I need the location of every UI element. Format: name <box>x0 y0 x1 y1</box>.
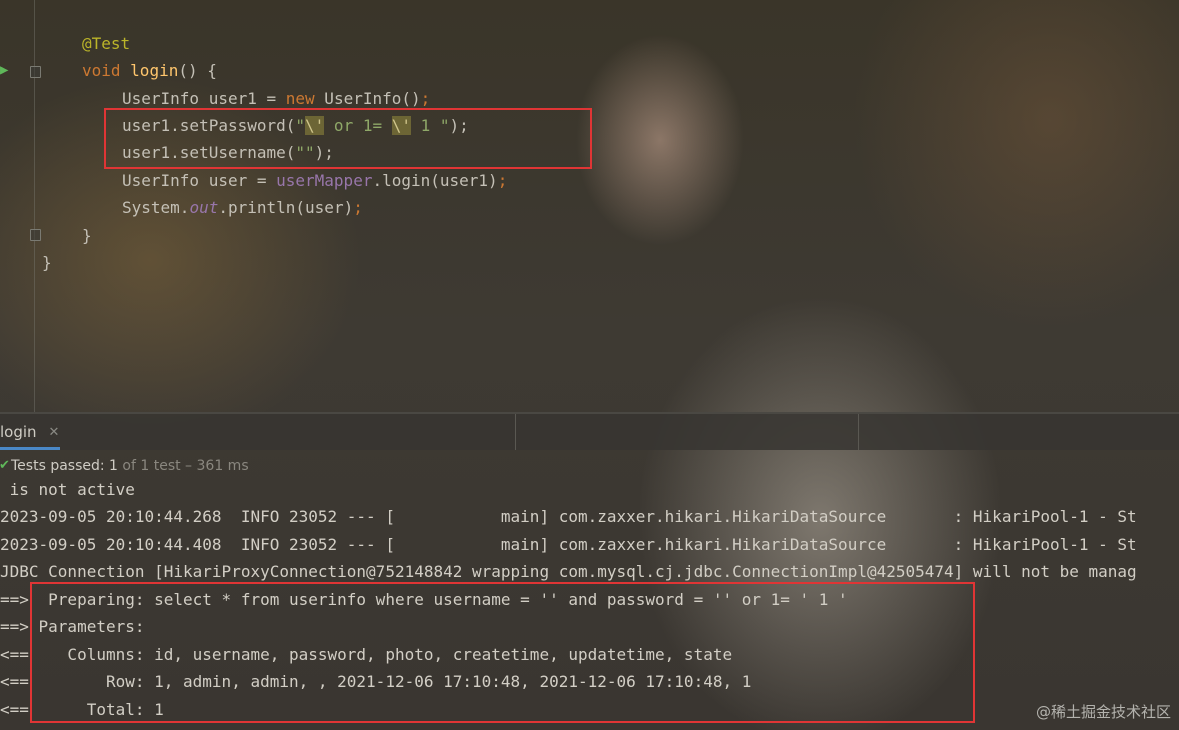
highlight-box-sql <box>30 582 975 723</box>
console-line: 2023-09-05 20:10:44.408 INFO 23052 --- [… <box>0 535 1137 554</box>
highlight-box-code <box>104 108 592 169</box>
code-text: .login(user1) <box>372 171 498 190</box>
semicolon: ; <box>497 171 508 190</box>
field-name: out <box>189 198 219 217</box>
code-line-6: UserInfo user = userMapper.login(user1); <box>122 167 507 194</box>
semicolon: ; <box>420 89 431 108</box>
tab-separator <box>858 414 859 450</box>
code-line-7: System.out.println(user); <box>122 194 363 221</box>
field-name: userMapper <box>276 171 373 190</box>
fold-icon[interactable] <box>30 229 41 241</box>
console-line: 2023-09-05 20:10:44.268 INFO 23052 --- [… <box>0 507 1137 526</box>
active-tab-indicator <box>0 447 60 450</box>
code-line-1: @Test <box>82 30 130 57</box>
status-prefix: Tests passed: <box>11 458 110 474</box>
console-output[interactable]: is not active 2023-09-05 20:10:44.268 IN… <box>0 476 1179 730</box>
code-editor[interactable]: ▶ @Test void login() { UserInfo user1 = … <box>0 0 1179 412</box>
code-text: System. <box>122 198 190 217</box>
code-text: UserInfo user = <box>122 171 277 190</box>
watermark: @稀土掘金技术社区 <box>1035 703 1171 721</box>
tab-separator <box>515 414 516 450</box>
keyword: void <box>82 61 121 80</box>
close-icon[interactable]: ✕ <box>49 425 60 440</box>
run-tool-window-tabs: login ✕ <box>0 414 1179 450</box>
console-line: is not active <box>0 480 135 499</box>
total-count: of 1 test <box>117 458 181 474</box>
code-text: UserInfo() <box>314 89 421 108</box>
tab-label: login <box>0 423 37 441</box>
code-text: UserInfo user1 = <box>122 89 286 108</box>
passed-count: 1 <box>109 458 118 474</box>
console-line: JDBC Connection [HikariProxyConnection@7… <box>0 562 1137 581</box>
keyword: new <box>285 89 315 108</box>
code-text: .println(user) <box>218 198 354 217</box>
annotation-test: @Test <box>82 34 131 53</box>
tab-login[interactable]: login ✕ <box>0 414 70 450</box>
code-line-9: } <box>42 253 52 272</box>
code-text: () { <box>178 61 217 80</box>
fold-icon[interactable] <box>30 66 41 78</box>
duration: – 361 ms <box>180 458 249 474</box>
gutter-divider <box>34 0 35 412</box>
method-name: login <box>130 61 179 80</box>
semicolon: ; <box>353 198 363 217</box>
code-line-2: void login() { <box>82 57 217 84</box>
run-test-icon[interactable]: ▶ <box>0 62 14 78</box>
code-line-8: } <box>82 226 92 245</box>
